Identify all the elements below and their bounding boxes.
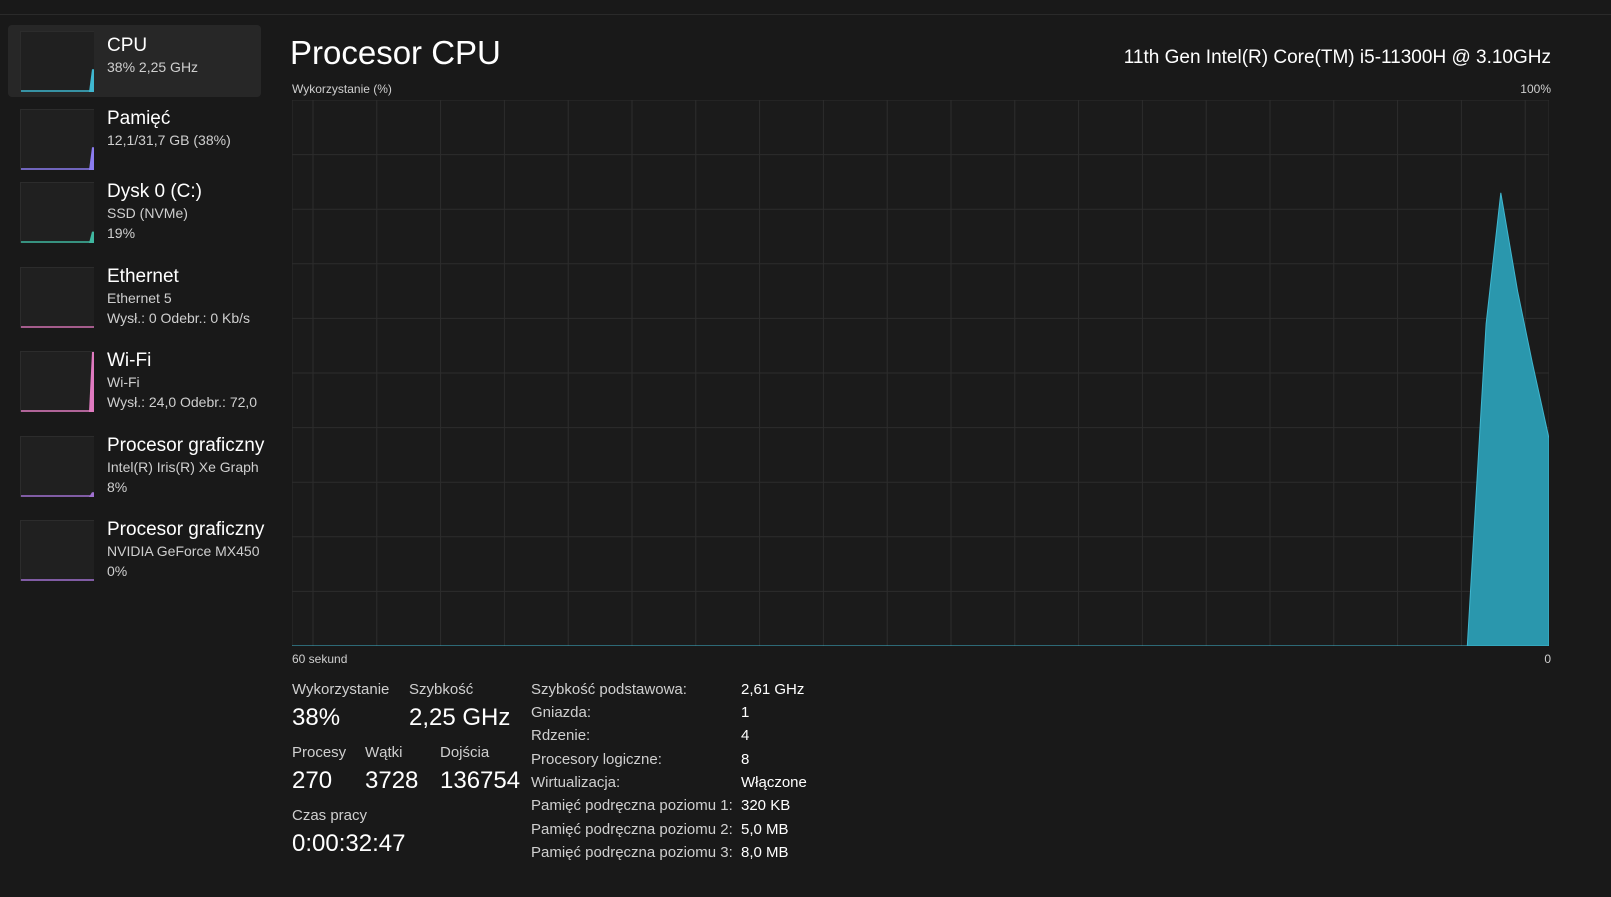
sidebar-item-detail-2: Wysł.: 0 Odebr.: 0 Kb/s (107, 310, 251, 326)
thumbnail-graph-svg (21, 326, 94, 328)
spec-value: 4 (741, 727, 750, 744)
thumbnail-graph-svg (21, 231, 94, 243)
spec-value: 320 KB (741, 797, 791, 814)
sidebar-item-title: Procesor graficzny (107, 519, 265, 540)
sidebar-item-detail: Ethernet 5 (107, 290, 172, 306)
thumbnail-graph-svg (21, 69, 94, 92)
sidebar-item-detail-2: 19% (107, 225, 136, 241)
sidebar-item-detail: SSD (NVMe) (107, 205, 188, 221)
processes-value: 270 (292, 767, 333, 794)
thumbnail-usage-area (89, 69, 94, 92)
threads-label: Wątki (365, 744, 403, 761)
graph-axis-label: Wykorzystanie (%) (292, 82, 392, 96)
gpu-1-thumbnail-graph (20, 520, 94, 581)
sidebar-item-memory[interactable]: Pamięć 12,1/31,7 GB (38%) (8, 98, 261, 170)
thumbnail-graph-svg (21, 579, 94, 581)
gpu-0-thumbnail-graph (20, 436, 94, 497)
thumbnail-usage-area (89, 147, 94, 170)
sidebar-item-title: Pamięć (107, 108, 171, 129)
spec-label: Szybkość podstawowa: (531, 681, 687, 698)
sidebar-item-detail: NVIDIA GeForce MX450 (107, 543, 260, 559)
processes-label: Procesy (292, 744, 347, 761)
spec-value: 8 (741, 751, 750, 768)
cpu-usage-chart (292, 100, 1549, 646)
sidebar-item-detail: 12,1/31,7 GB (38%) (107, 132, 231, 148)
spec-value: 5,0 MB (741, 821, 789, 838)
memory-thumbnail-graph (20, 109, 94, 170)
thumbnail-graph-svg (21, 492, 94, 497)
thumbnail-usage-area (89, 352, 94, 412)
spec-value: Włączone (741, 774, 807, 791)
usage-value: 38% (292, 704, 341, 731)
sidebar-item-cpu[interactable]: CPU 38% 2,25 GHz (8, 25, 261, 97)
uptime-value: 0:00:32:47 (292, 830, 406, 857)
thumbnail-usage-area (89, 492, 94, 497)
graph-max-label: 100% (1520, 82, 1551, 96)
ethernet-thumbnail-graph (20, 267, 94, 328)
thumbnail-usage-area (89, 231, 94, 243)
sidebar-item-title: Procesor graficzny (107, 435, 265, 456)
page-title: Procesor CPU (290, 34, 501, 71)
sidebar-item-gpu-1[interactable]: Procesor graficzny NVIDIA GeForce MX450 … (8, 509, 264, 581)
sidebar-item-title: Wi-Fi (107, 350, 152, 371)
wifi-thumbnail-graph (20, 351, 94, 412)
disk-thumbnail-graph (20, 182, 94, 243)
spec-value: 8,0 MB (741, 844, 789, 861)
sidebar-item-detail: 38% 2,25 GHz (107, 59, 199, 75)
spec-label: Pamięć podręczna poziomu 3: (531, 844, 733, 861)
speed-label: Szybkość (409, 681, 474, 698)
spec-label: Pamięć podręczna poziomu 1: (531, 797, 733, 814)
thumbnail-graph-svg (21, 147, 94, 170)
sidebar-item-detail-2: 0% (107, 563, 128, 579)
sidebar-item-title: Dysk 0 (C:) (107, 181, 202, 202)
sidebar-item-title: Ethernet (107, 266, 179, 287)
sidebar-item-detail: Wi-Fi (107, 374, 140, 390)
sidebar-item-detail-2: 8% (107, 479, 128, 495)
spec-value: 2,61 GHz (741, 681, 805, 698)
sidebar-item-ethernet[interactable]: Ethernet Ethernet 5 Wysł.: 0 Odebr.: 0 K… (8, 256, 261, 328)
spec-label: Pamięć podręczna poziomu 2: (531, 821, 733, 838)
spec-value: 1 (741, 704, 750, 721)
graph-time-label: 60 sekund (292, 652, 348, 666)
sidebar-item-gpu-0[interactable]: Procesor graficzny Intel(R) Iris(R) Xe G… (8, 425, 264, 497)
uptime-label: Czas pracy (292, 807, 368, 824)
top-divider (0, 14, 1611, 15)
sidebar-item-disk[interactable]: Dysk 0 (C:) SSD (NVMe) 19% (8, 171, 261, 243)
cpu-thumbnail-graph (20, 31, 94, 92)
threads-value: 3728 (365, 767, 419, 794)
handles-value: 136754 (440, 767, 521, 794)
usage-label: Wykorzystanie (292, 681, 390, 698)
handles-label: Dojścia (440, 744, 490, 761)
sidebar-item-wifi[interactable]: Wi-Fi Wi-Fi Wysł.: 24,0 Odebr.: 72,0 (8, 340, 261, 412)
sidebar-item-detail: Intel(R) Iris(R) Xe Graph (107, 459, 259, 475)
cpu-usage-graph (292, 100, 1549, 646)
graph-min-label: 0 (1544, 652, 1551, 666)
spec-label: Rdzenie: (531, 727, 591, 744)
processor-model: 11th Gen Intel(R) Core(TM) i5-11300H @ 3… (1123, 47, 1551, 68)
spec-label: Wirtualizacja: (531, 774, 621, 791)
sidebar: CPU 38% 2,25 GHz Pamięć 12,1/31,7 GB (38… (8, 25, 268, 897)
speed-value: 2,25 GHz (409, 704, 511, 731)
thumbnail-graph-svg (21, 352, 94, 412)
sidebar-item-title: CPU (107, 35, 148, 56)
sidebar-item-detail-2: Wysł.: 24,0 Odebr.: 72,0 (107, 394, 258, 410)
spec-label: Gniazda: (531, 704, 592, 721)
spec-label: Procesory logiczne: (531, 751, 662, 768)
